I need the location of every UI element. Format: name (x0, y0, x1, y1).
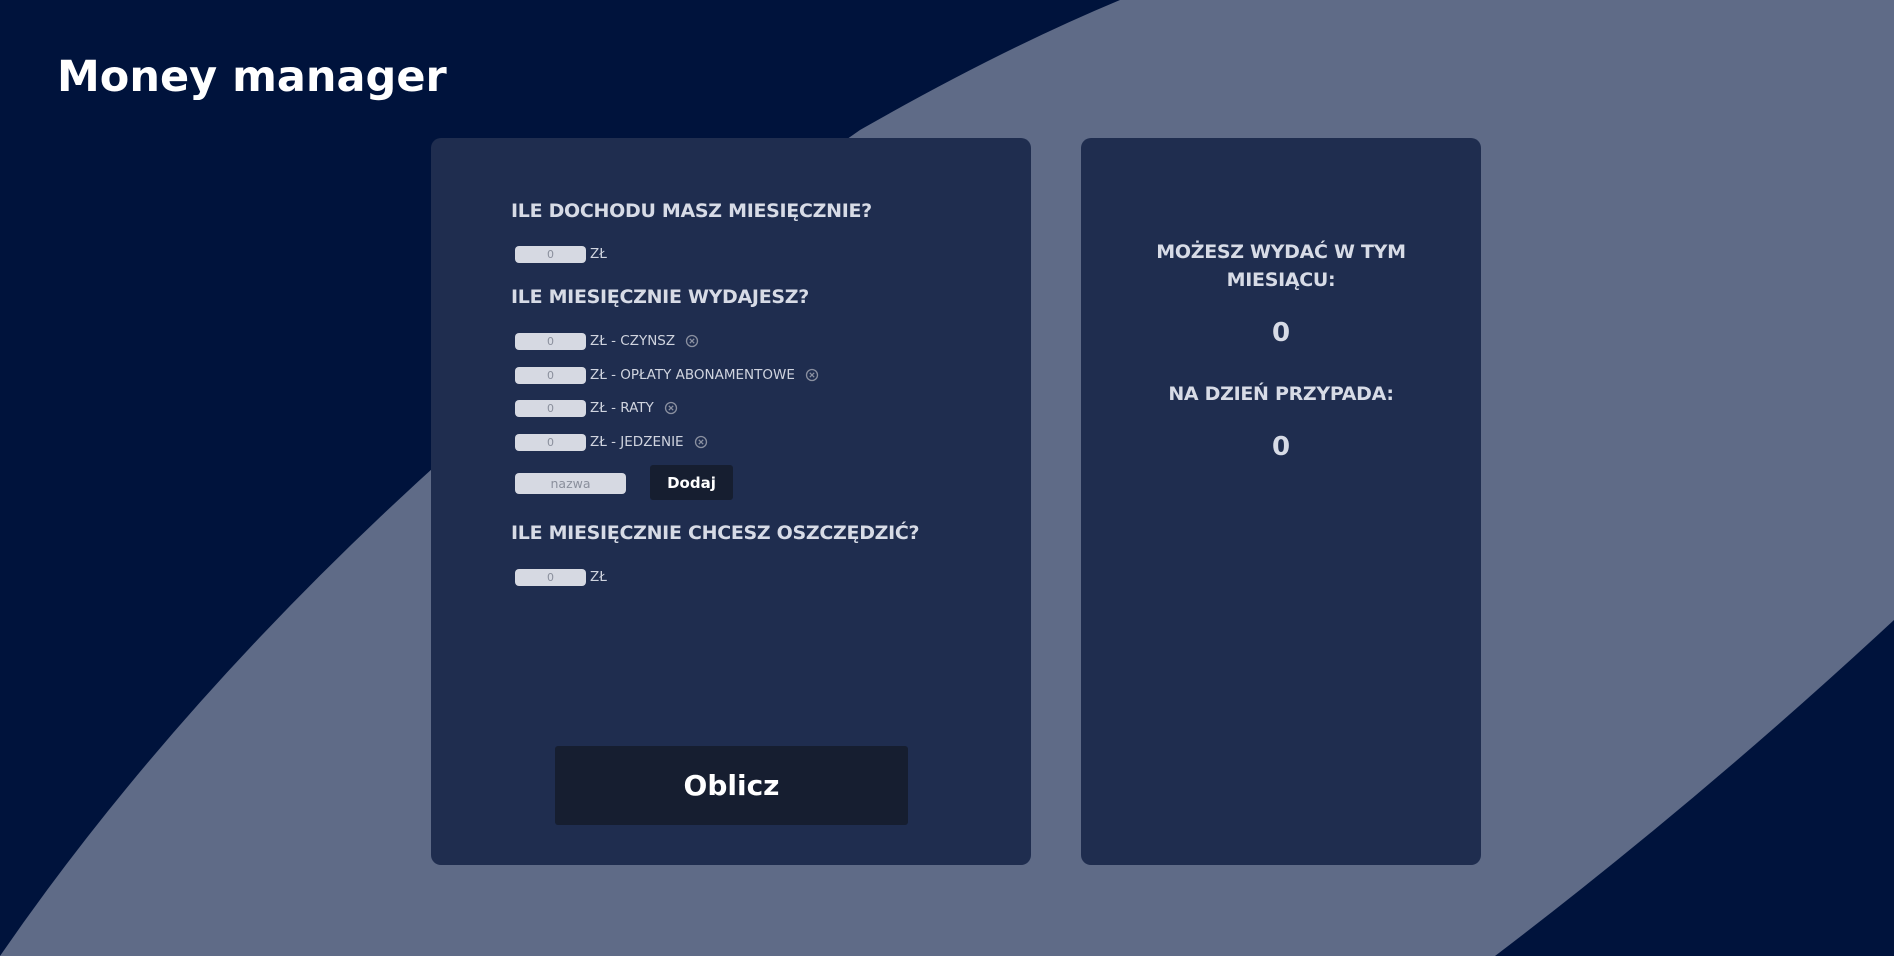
expense-label: ZŁ - CZYNSZ (590, 333, 676, 349)
monthly-budget-heading: MOŻESZ WYDAĆ W TYM MIESIĄCU: (1156, 241, 1406, 291)
savings-input[interactable] (515, 568, 586, 586)
expense-item: ZŁ - CZYNSZ (515, 332, 699, 350)
savings-heading: ILE MIESIĘCZNIE CHCESZ OSZCZĘDZIĆ? (511, 522, 920, 544)
daily-budget-heading: NA DZIEŃ PRZYPADA: (1168, 383, 1394, 405)
monthly-budget-value: 0 (1271, 318, 1291, 348)
savings-row: ZŁ (515, 568, 607, 586)
circle-x-icon[interactable] (664, 401, 678, 415)
add-expense-button[interactable]: Dodaj (650, 465, 733, 500)
expenses-heading: ILE MIESIĘCZNIE WYDAJESZ? (511, 286, 809, 308)
savings-unit-label: ZŁ (590, 569, 607, 585)
income-heading: ILE DOCHODU MASZ MIESIĘCZNIE? (511, 200, 872, 222)
circle-x-icon[interactable] (685, 334, 699, 348)
expense-item: ZŁ - JEDZENIE (515, 433, 708, 451)
calculate-button[interactable]: Oblicz (555, 746, 908, 825)
expense-item: ZŁ - RATY (515, 399, 678, 417)
result-card: MOŻESZ WYDAĆ W TYM MIESIĄCU: 0 NA DZIEŃ … (1081, 138, 1481, 865)
daily-budget-value: 0 (1271, 432, 1291, 462)
income-input[interactable] (515, 245, 586, 263)
expense-label: ZŁ - RATY (590, 400, 654, 416)
new-expense-name-input[interactable] (515, 473, 626, 494)
expense-amount-input[interactable] (515, 366, 586, 384)
budget-form-card: ILE DOCHODU MASZ MIESIĘCZNIE? ZŁ ILE MIE… (431, 138, 1031, 865)
income-row: ZŁ (515, 245, 607, 263)
expense-amount-input[interactable] (515, 433, 586, 451)
expense-label: ZŁ - OPŁATY ABONAMENTOWE (590, 367, 795, 383)
expense-item: ZŁ - OPŁATY ABONAMENTOWE (515, 366, 819, 384)
circle-x-icon[interactable] (694, 435, 708, 449)
expense-amount-input[interactable] (515, 399, 586, 417)
income-unit-label: ZŁ (590, 246, 607, 262)
expense-label: ZŁ - JEDZENIE (590, 434, 684, 450)
new-expense-row (515, 473, 626, 494)
app-title: Money manager (57, 52, 447, 102)
expense-amount-input[interactable] (515, 332, 586, 350)
circle-x-icon[interactable] (805, 368, 819, 382)
